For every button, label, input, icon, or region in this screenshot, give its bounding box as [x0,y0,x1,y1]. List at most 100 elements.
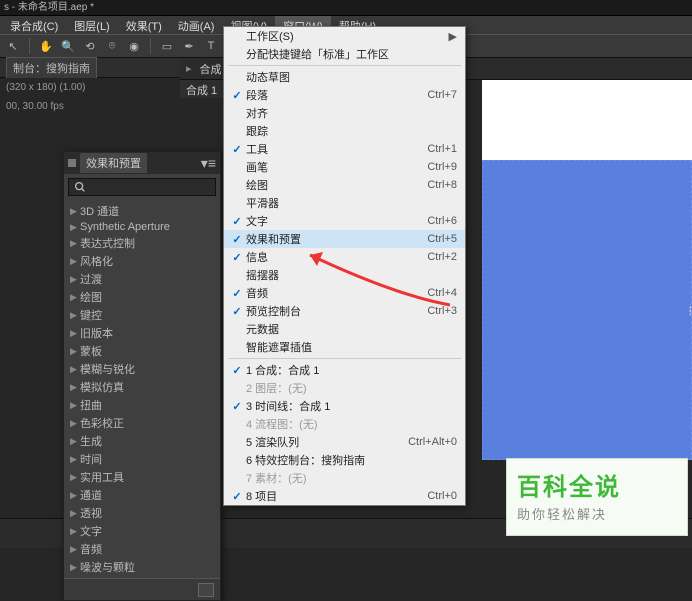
effects-category[interactable]: ▶蒙板 [64,342,220,360]
effects-category[interactable]: ▶风格化 [64,252,220,270]
menu-item[interactable]: 绘图Ctrl+8 [224,176,465,194]
menu-1[interactable]: 图层(L) [66,16,117,34]
menu-item[interactable]: 跟踪 [224,122,465,140]
menu-item-label: 文字 [246,213,427,229]
effects-category[interactable]: ▶通道 [64,486,220,504]
menu-item-shortcut: Ctrl+9 [427,161,457,173]
menu-item-label: 5 渲染队列 [246,434,408,450]
panel-menu-icon[interactable]: ▾≡ [201,155,216,172]
menu-item[interactable]: ✓3 时间线：合成 1 [224,397,465,415]
new-bin-icon[interactable] [198,583,214,597]
menu-item[interactable]: 6 特效控制台：搜狗指南 [224,451,465,469]
watermark-subtitle: 助你轻松解决 [517,504,677,523]
effects-category[interactable]: ▶时间 [64,450,220,468]
effects-category[interactable]: ▶绘图 [64,288,220,306]
menu-item[interactable]: 动态草图 [224,68,465,86]
menu-item-label: 动态草图 [246,69,457,85]
composition-viewer[interactable]: 搜狗 [482,80,692,450]
effects-category[interactable]: ▶Synthetic Aperture [64,220,220,234]
category-label: 3D 通道 [80,203,119,219]
menu-item[interactable]: ✓文字Ctrl+6 [224,212,465,230]
menu-2[interactable]: 效果(T) [118,16,170,34]
disclosure-triangle-icon: ▶ [70,436,80,447]
menu-item-label: 音频 [246,285,427,301]
pointer-tool-icon[interactable]: ↖ [4,37,22,55]
category-label: 扭曲 [80,397,102,413]
menu-item-shortcut: Ctrl+7 [427,89,457,101]
menu-item-label: 画笔 [246,159,427,175]
menu-item[interactable]: 智能遮罩插值 [224,338,465,356]
menu-item[interactable]: ✓8 项目Ctrl+0 [224,487,465,505]
composition-canvas[interactable]: 搜狗 [482,160,692,460]
category-label: 模拟仿真 [80,379,124,395]
effects-category[interactable]: ▶3D 通道 [64,202,220,220]
check-icon: ✓ [228,364,246,377]
menu-item-label: 分配快捷键给「标准」工作区 [246,46,457,62]
effects-category[interactable]: ▶文字 [64,522,220,540]
effects-category[interactable]: ▶键控 [64,306,220,324]
category-label: 风格化 [80,253,113,269]
effects-category[interactable]: ▶旧版本 [64,324,220,342]
camera-tool-icon[interactable]: ⌾ [103,37,121,55]
text-tool-icon[interactable]: T [202,37,220,55]
panel-grip-icon[interactable] [68,159,76,167]
effects-panel-tab[interactable]: 效果和预置 [80,153,147,173]
menu-item[interactable]: 5 渲染队列Ctrl+Alt+0 [224,433,465,451]
menu-item[interactable]: 分配快捷键给「标准」工作区 [224,45,465,63]
pan-behind-tool-icon[interactable]: ◉ [125,37,143,55]
effects-search-input[interactable] [68,178,216,196]
menu-item-label: 1 合成：合成 1 [246,362,457,378]
menu-item[interactable]: ✓段落Ctrl+7 [224,86,465,104]
effects-panel-header[interactable]: 效果和预置 ▾≡ [64,152,220,174]
effects-category[interactable]: ▶音频 [64,540,220,558]
hand-tool-icon[interactable]: ✋ [37,37,55,55]
category-label: Synthetic Aperture [80,221,170,233]
effects-category[interactable]: ▶过渡 [64,270,220,288]
panel-collapse-icon[interactable]: ▸ [186,62,192,75]
effects-category[interactable]: ▶噪波与颗粒 [64,558,220,576]
effects-category[interactable]: ▶实用工具 [64,468,220,486]
zoom-tool-icon[interactable]: 🔍 [59,37,77,55]
effects-category[interactable]: ▶生成 [64,432,220,450]
menu-item[interactable]: ✓效果和预置Ctrl+5 [224,230,465,248]
effects-category[interactable]: ▶透视 [64,504,220,522]
menu-item[interactable]: ✓1 合成：合成 1 [224,361,465,379]
menu-item[interactable]: 平滑器 [224,194,465,212]
composition-tab[interactable]: 合成 1 [186,85,217,97]
category-label: 生成 [80,433,102,449]
menu-item[interactable]: ✓音频Ctrl+4 [224,284,465,302]
menu-item-label: 2 图层：(无) [246,380,457,396]
menu-item[interactable]: 工作区(S)▶ [224,27,465,45]
check-icon: ✓ [228,251,246,264]
menu-3[interactable]: 动画(A) [170,16,223,34]
menu-0[interactable]: 录合成(C) [2,16,66,34]
pen-tool-icon[interactable]: ✒ [180,37,198,55]
disclosure-triangle-icon: ▶ [70,364,80,375]
shapes-tool-icon[interactable]: ▭ [158,37,176,55]
menu-item: 2 图层：(无) [224,379,465,397]
category-label: 绘图 [80,289,102,305]
menu-item[interactable]: 摇摆器 [224,266,465,284]
category-label: 过渡 [80,271,102,287]
disclosure-triangle-icon: ▶ [70,490,80,501]
category-label: 文字 [80,523,102,539]
effects-category[interactable]: ▶模拟仿真 [64,378,220,396]
menu-item[interactable]: 元数据 [224,320,465,338]
effects-category[interactable]: ▶模糊与锐化 [64,360,220,378]
effects-category[interactable]: ▶扭曲 [64,396,220,414]
rotate-tool-icon[interactable]: ⟲ [81,37,99,55]
menu-item[interactable]: ✓信息Ctrl+2 [224,248,465,266]
effects-category-list: ▶3D 通道▶Synthetic Aperture▶表达式控制▶风格化▶过渡▶绘… [64,200,220,578]
effects-category[interactable]: ▶色彩校正 [64,414,220,432]
menu-item[interactable]: ✓预览控制台Ctrl+3 [224,302,465,320]
menu-item[interactable]: ✓工具Ctrl+1 [224,140,465,158]
menu-item-label: 智能遮罩插值 [246,339,457,355]
menu-item-label: 预览控制台 [246,303,427,319]
project-tab[interactable]: 制台：搜狗指南 [6,57,97,78]
category-label: 模糊与锐化 [80,361,135,377]
menu-item[interactable]: 对齐 [224,104,465,122]
effects-category[interactable]: ▶表达式控制 [64,234,220,252]
disclosure-triangle-icon: ▶ [70,256,80,267]
menu-item[interactable]: 画笔Ctrl+9 [224,158,465,176]
disclosure-triangle-icon: ▶ [70,328,80,339]
